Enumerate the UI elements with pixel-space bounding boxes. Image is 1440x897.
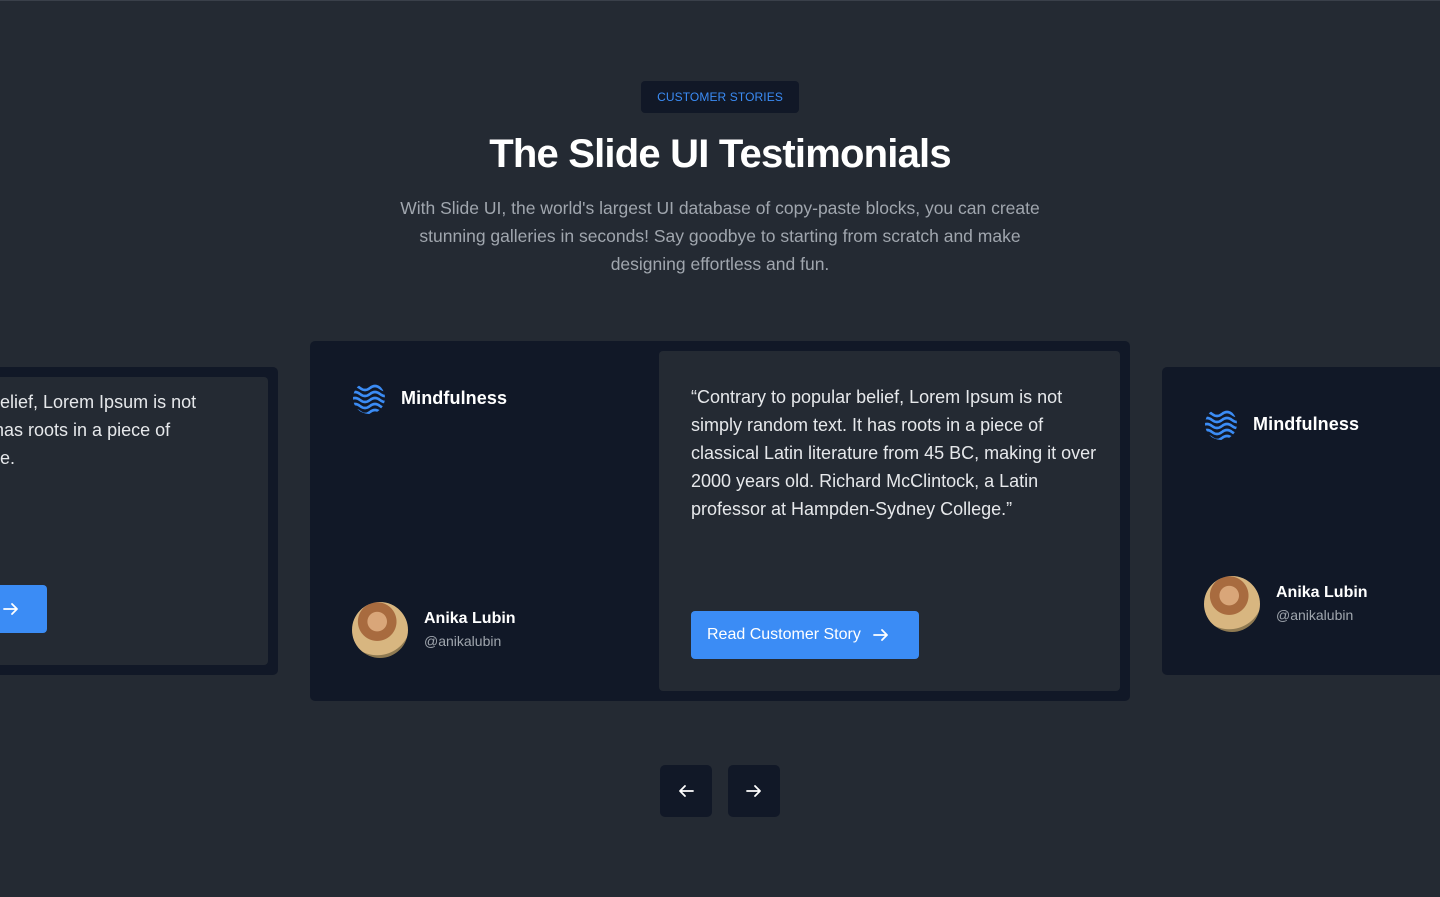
company-brand: Mindfulness [352,381,507,415]
quote-line: . It has roots in a piece of [0,420,171,440]
arrow-right-icon [872,629,888,641]
customer-profile: Anika Lubin @anikalubin [352,602,516,658]
testimonial-card-previous: ar belief, Lorem Ipsum is not . It has r… [0,367,278,675]
read-customer-story-button[interactable]: Read Customer Story [691,611,919,659]
customer-name: Anika Lubin [424,610,516,627]
testimonial-quote: ar belief, Lorem Ipsum is not . It has r… [0,388,269,472]
top-divider [0,0,1440,1]
wave-logo-icon [353,384,385,414]
section-badge: CUSTOMER STORIES [641,81,799,113]
arrow-right-icon [3,603,19,615]
customer-profile: Anika Lubin @anikalubin [1204,576,1368,632]
previous-slide-button[interactable] [660,765,712,817]
quote-panel: ar belief, Lorem Ipsum is not . It has r… [0,377,268,665]
avatar [352,602,408,658]
quote-panel: “Contrary to popular belief, Lorem Ipsum… [659,351,1120,691]
page-title: The Slide UI Testimonials [489,132,951,176]
company-name: Mindfulness [1253,413,1360,434]
testimonial-card-active: Mindfulness Anika Lubin @anikalubin “Con… [310,341,1130,701]
customer-name: Anika Lubin [1276,584,1368,601]
company-name: Mindfulness [401,387,508,408]
next-slide-button[interactable] [728,765,780,817]
read-story-button[interactable]: ory [0,585,47,633]
quote-line: ature. [0,448,16,468]
section-description: With Slide UI, the world's largest UI da… [400,198,1040,274]
arrow-right-icon [746,785,761,797]
testimonial-card-next: Mindfulness Anika Lubin @anikalubin [1162,367,1440,675]
customer-handle: @anikalubin [424,633,502,649]
avatar [1204,576,1260,632]
testimonial-quote: “Contrary to popular belief, Lorem Ipsum… [691,387,1097,519]
customer-handle: @anikalubin [1276,607,1354,623]
read-customer-story-button-label: Read Customer Story [707,626,861,643]
arrow-left-icon [679,785,694,797]
wave-logo-icon [1205,410,1237,440]
quote-line: ar belief, Lorem Ipsum is not [0,392,197,412]
company-brand: Mindfulness [1204,407,1359,441]
